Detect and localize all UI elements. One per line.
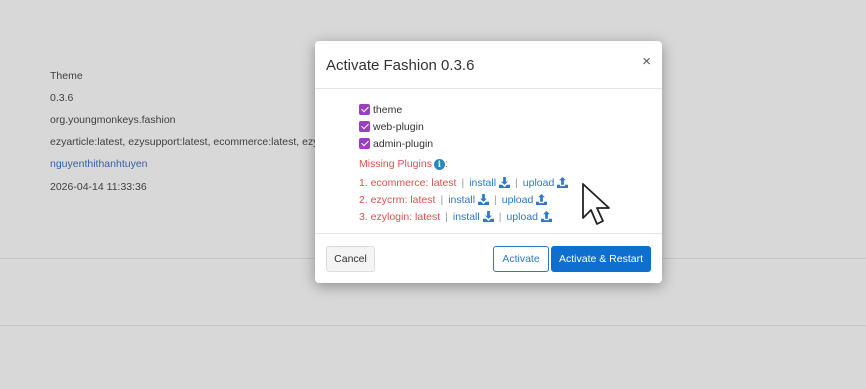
activate-restart-button[interactable]: Activate & Restart (551, 246, 651, 272)
mouse-pointer-icon (582, 183, 610, 225)
upload-link[interactable]: upload (506, 211, 552, 223)
dialog-header: Activate Fashion 0.3.6 × (315, 41, 662, 89)
separator: | (515, 176, 518, 189)
plugin-name: 3. ezylogin: latest (359, 210, 441, 223)
missing-plugins-suffix: : (444, 158, 448, 170)
download-icon (482, 211, 494, 222)
dialog-footer: Cancel Activate Activate & Restart (315, 235, 662, 283)
check-row-web-plugin[interactable]: web-plugin (359, 120, 424, 133)
upload-label: upload (501, 193, 534, 206)
dialog-title: Activate Fashion 0.3.6 (326, 57, 475, 74)
separator: | (445, 210, 448, 223)
activate-dialog: Activate Fashion 0.3.6 × theme web-plugi… (315, 41, 662, 283)
install-link[interactable]: install (469, 176, 511, 189)
check-label: web-plugin (373, 120, 424, 133)
install-label: install (452, 210, 480, 223)
install-label: install (469, 176, 497, 189)
missing-plugin-row: 2. ezycrm: latest | install | upload (359, 193, 548, 206)
missing-plugin-row: 1. ecommerce: latest | install | upload (359, 176, 569, 189)
cancel-button[interactable]: Cancel (326, 246, 375, 272)
check-row-admin-plugin[interactable]: admin-plugin (359, 137, 433, 150)
upload-icon (557, 177, 569, 188)
close-icon[interactable]: × (642, 54, 651, 69)
upload-icon (536, 194, 548, 205)
download-icon (478, 194, 490, 205)
separator: | (461, 176, 465, 189)
install-link[interactable]: install (448, 193, 490, 206)
checkmark-icon[interactable] (359, 121, 370, 132)
info-icon[interactable]: i (433, 158, 445, 170)
missing-plugins-label: Missing Plugins (359, 158, 432, 170)
upload-label: upload (522, 176, 555, 189)
upload-label: upload (506, 210, 538, 223)
missing-plugins-heading: Missing Plugins i : (359, 158, 448, 170)
checkmark-icon[interactable] (359, 138, 370, 149)
plugin-name: 2. ezycrm: latest (359, 193, 436, 206)
separator: | (440, 193, 444, 206)
separator: | (498, 210, 502, 223)
upload-link[interactable]: upload (523, 177, 569, 189)
install-label: install (448, 193, 476, 206)
upload-icon (541, 211, 552, 222)
check-label: theme (373, 103, 403, 116)
install-link[interactable]: install (453, 211, 494, 223)
plugin-name: 1. ecommerce: latest (359, 176, 457, 189)
activate-button[interactable]: Activate (493, 246, 549, 272)
download-icon (499, 177, 511, 188)
upload-link[interactable]: upload (502, 194, 548, 206)
missing-plugin-row: 3. ezylogin: latest | install | upload (359, 210, 552, 223)
checkmark-icon[interactable] (359, 104, 370, 115)
check-label: admin-plugin (373, 137, 434, 150)
check-row-theme[interactable]: theme (359, 103, 402, 116)
separator: | (494, 193, 497, 206)
